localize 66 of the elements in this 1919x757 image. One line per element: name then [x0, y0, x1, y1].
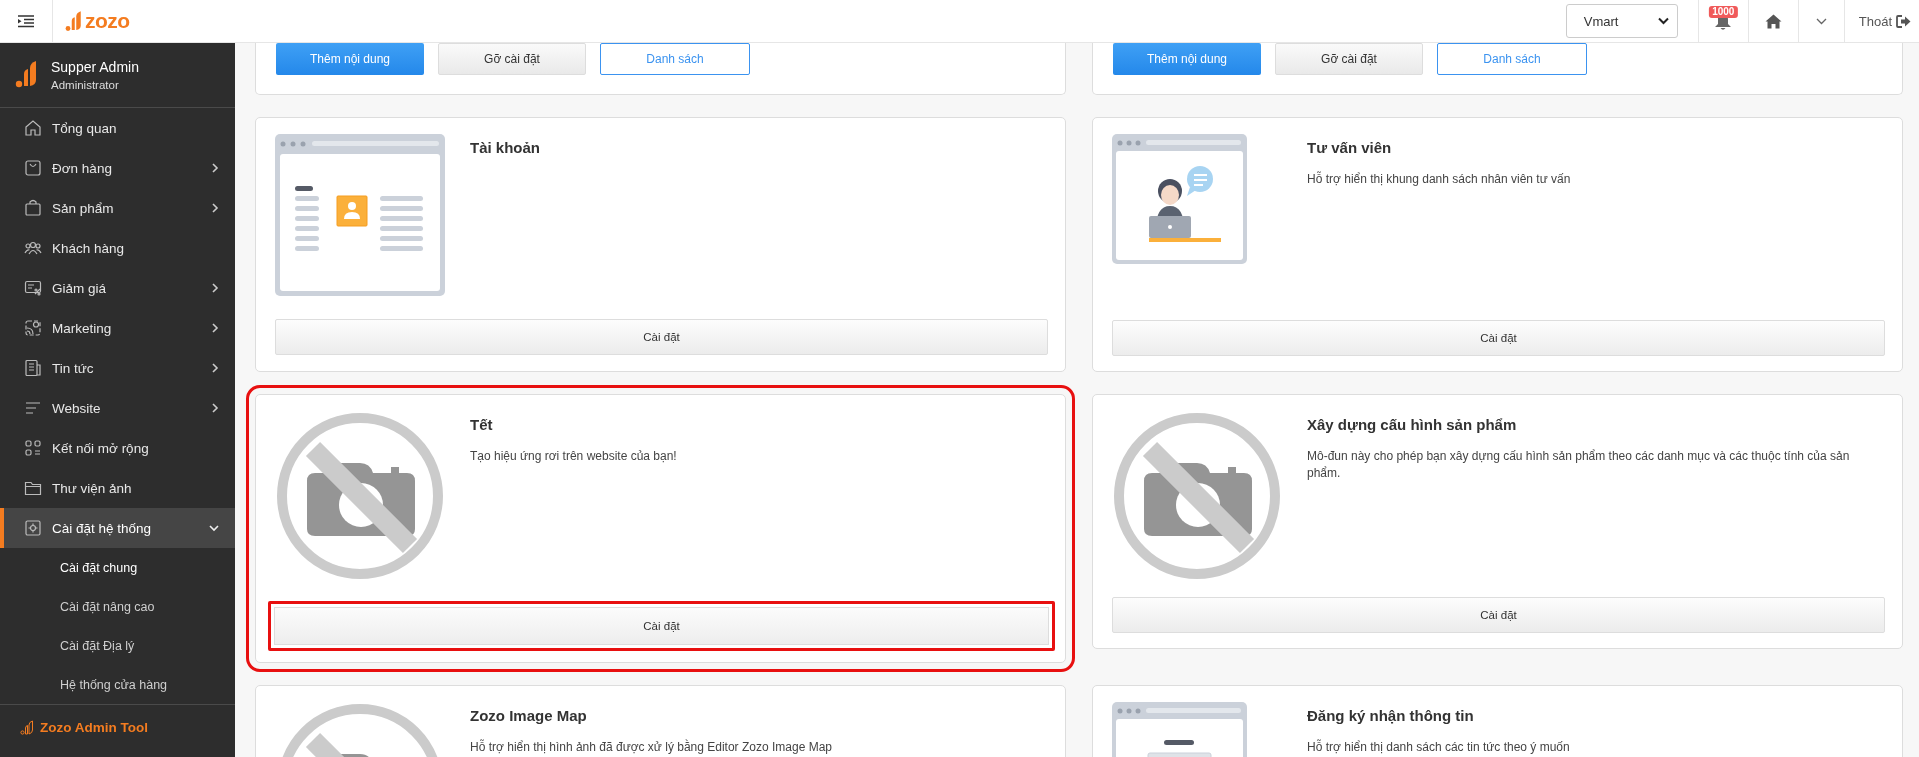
action-button[interactable]: Gỡ cài đặt — [1275, 43, 1423, 75]
home-icon — [1764, 13, 1782, 29]
module-title: Đăng ký nhận thông tin — [1307, 707, 1475, 724]
shopping-bag-icon — [24, 199, 42, 217]
sidebar-item[interactable]: Kết nối mở rộng — [0, 428, 235, 468]
sidebar-item[interactable]: Thư viện ảnh — [0, 468, 235, 508]
lines-icon — [24, 399, 42, 417]
folder-icon — [24, 479, 42, 497]
module-description: Hỗ trợ hiển thị khung danh sách nhân viên tư vấn — [1307, 171, 1571, 188]
logout-button[interactable]: Thoát — [1843, 0, 1919, 42]
module-description: Tạo hiệu ứng rơi trên website của bạn! — [470, 448, 677, 465]
chevron-right-icon — [212, 163, 219, 173]
submenu-item[interactable]: Cài đặt nâng cao — [60, 599, 155, 614]
module-title: Tết — [470, 416, 494, 433]
install-button[interactable]: Cài đặt — [1112, 320, 1885, 356]
submenu-item[interactable]: Cài đặt chung — [60, 560, 138, 575]
action-button[interactable]: Gỡ cài đặt — [438, 43, 586, 75]
module-title: Zozo Image Map — [470, 707, 588, 724]
sidebar-item[interactable]: Tổng quan — [0, 108, 235, 148]
store-select[interactable]: Vmart — [1565, 4, 1678, 38]
chevron-right-icon — [212, 323, 219, 333]
module-description: Mô-đun này cho phép bạn xây dựng cấu hình sản phẩm theo các danh mục và các thuộc tính của sản phẩm. — [1307, 448, 1851, 482]
coupon-icon — [24, 279, 42, 297]
logo-mark-icon — [20, 720, 34, 735]
chevron-down-icon — [1657, 17, 1669, 25]
sidebar-item[interactable]: Tin tức — [0, 348, 235, 388]
chevron-right-icon — [212, 203, 219, 213]
module-title: Tài khoản — [470, 139, 540, 156]
submenu-item[interactable]: Hệ thống cửa hàng — [60, 677, 168, 692]
sidebar-item[interactable]: Cài đặt hệ thống — [0, 508, 235, 548]
bag-icon — [24, 159, 42, 177]
module-description: Hỗ trợ hiển thị danh sách các tin tức theo ý muốn — [1307, 739, 1570, 756]
logout-icon — [1896, 14, 1911, 28]
document-icon — [24, 359, 42, 377]
sidebar-item[interactable]: Giảm giá — [0, 268, 235, 308]
chevron-right-icon — [212, 403, 219, 413]
chevron-down-icon — [1815, 17, 1827, 25]
notification-count: 1000 — [1709, 6, 1738, 18]
submenu-item[interactable]: Cài đặt Địa lý — [60, 638, 135, 653]
module-description: Hỗ trợ hiển thị hình ảnh đã được xử lý bằng Editor Zozo Image Map — [470, 739, 832, 756]
chevron-right-icon — [212, 363, 219, 373]
sidebar-item[interactable]: Marketing — [0, 308, 235, 348]
user-role: Administrator — [51, 79, 120, 91]
menu-icon[interactable] — [18, 14, 34, 28]
sidebar-item[interactable]: Khách hàng — [0, 228, 235, 268]
install-button[interactable]: Cài đặt — [268, 601, 1055, 651]
marketing-icon — [24, 319, 42, 337]
no-image-icon — [275, 411, 445, 581]
install-button[interactable]: Cài đặt — [275, 319, 1048, 355]
chevron-down-icon — [209, 524, 219, 532]
grid-icon — [24, 439, 42, 457]
install-button[interactable]: Cài đặt — [1112, 597, 1885, 633]
sidebar-item[interactable]: Website — [0, 388, 235, 428]
avatar-logo-icon — [15, 58, 39, 89]
sidebar-item[interactable]: Sản phẩm — [0, 188, 235, 228]
user-name: Supper Admin — [51, 59, 139, 75]
admin-tool-link[interactable]: Zozo Admin Tool — [0, 704, 235, 750]
module-title: Tư vấn viên — [1307, 139, 1393, 156]
module-title: Xây dựng cấu hình sản phẩm — [1307, 416, 1518, 433]
users-icon — [24, 239, 42, 257]
no-image-icon — [1112, 411, 1282, 581]
gear-icon — [24, 519, 42, 537]
sidebar-item[interactable]: Đơn hàng — [0, 148, 235, 188]
logo-mark-icon — [65, 10, 83, 32]
home-icon — [24, 119, 42, 137]
chevron-right-icon — [212, 283, 219, 293]
